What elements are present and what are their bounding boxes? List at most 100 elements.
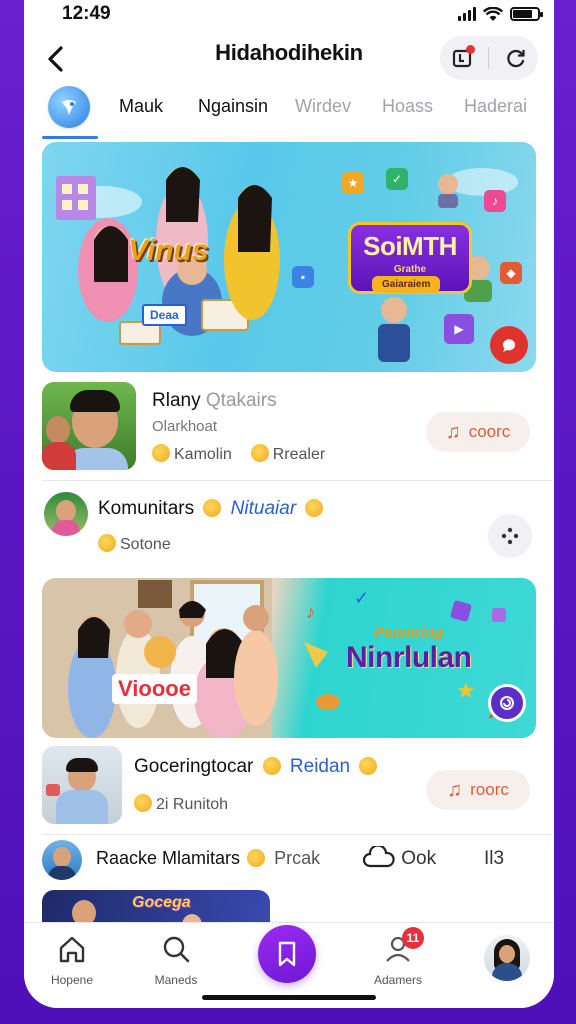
banner2-title-small: Penmring <box>374 624 444 641</box>
tab-home[interactable]: Hopene <box>32 931 112 987</box>
comment-action-label: Ook <box>401 848 437 869</box>
video-banner[interactable]: ♪ ✓ ★ Vioooe Penmring Ninrlulan <box>42 578 536 738</box>
notifications-button[interactable] <box>445 41 479 75</box>
star-sticker-icon: ★ <box>342 172 364 194</box>
community-sub-text: Sotone <box>120 536 171 553</box>
refresh-button[interactable] <box>499 41 533 75</box>
item-title: Rlany Qtakairs <box>152 390 277 412</box>
chat-bubble-icon <box>502 339 515 352</box>
item-subtitle: Olarkhoat <box>152 418 218 435</box>
emoji-icon <box>152 444 170 462</box>
group-avatar <box>42 840 82 880</box>
emoji-icon <box>247 849 266 867</box>
account-avatar[interactable] <box>484 935 530 981</box>
item2-title: Goceringtocar <box>134 756 254 777</box>
share-action[interactable]: Il3 <box>484 848 504 870</box>
status-bar: 12:49 <box>24 0 554 28</box>
tab-search[interactable]: Maneds <box>136 931 216 987</box>
listen-button-label: roorc <box>470 780 509 799</box>
banner2-left-text: Vioooe <box>112 674 197 704</box>
item-tag-b: Rrealer <box>272 446 326 463</box>
item-subtitle: 2i Runitoh <box>134 794 228 814</box>
comment-action[interactable]: Ook <box>362 844 437 870</box>
actions-divider <box>488 47 490 69</box>
category-tabs: Mauk Ngainsin Wirdev Hoass Haderai <box>24 86 554 139</box>
message-sticker-icon: ▪ <box>292 266 314 288</box>
refresh-icon <box>507 49 525 68</box>
svg-text:✓: ✓ <box>354 588 369 608</box>
phone-screen: 12:49 Hidahodihekin Mauk Ngainsin Wirdev… <box>24 0 554 1008</box>
more-options-button[interactable] <box>488 514 532 558</box>
banner-cta: Gaiaraiem <box>372 276 441 293</box>
item2-link[interactable]: Reidan <box>290 756 350 777</box>
cloud-icon <box>362 844 395 868</box>
tab-wirdev[interactable]: Wirdev <box>295 96 351 117</box>
bottom-banner-text: Gocega <box>132 894 191 911</box>
group-row[interactable]: Raacke Mlamitars Prcak Ook Il3 <box>24 838 554 884</box>
banner-right-big: SoiMTH <box>363 231 457 261</box>
notification-dot <box>465 45 475 54</box>
banner2-title: Penmring Ninrlulan <box>346 624 472 675</box>
listen-button[interactable]: ♫ coorc <box>426 412 530 452</box>
group-action-a[interactable]: Prcak <box>274 848 320 868</box>
list-item[interactable]: Rlany Qtakairs Olarkhoat Kamolin Rrealer… <box>24 380 554 476</box>
game-sticker-icon: ◆ <box>500 262 522 284</box>
bookmark-icon <box>278 941 296 967</box>
home-icon <box>59 936 85 963</box>
item-title-b: Qtakairs <box>205 390 277 411</box>
tab-profile[interactable]: 11 Adamers <box>358 927 438 987</box>
svg-text:♪: ♪ <box>306 602 315 622</box>
community-name: Komunitars <box>98 498 195 519</box>
status-icons <box>458 6 543 22</box>
emoji-icon <box>98 534 116 552</box>
emoji-icon <box>305 499 324 517</box>
music-note-icon: ♫ <box>447 778 463 801</box>
tab-mauk[interactable]: Mauk <box>119 96 163 117</box>
home-indicator <box>202 995 376 1000</box>
status-time: 12:49 <box>62 3 111 24</box>
banner2-title-big: Ninrlulan <box>346 641 472 674</box>
tab-search-label: Maneds <box>154 973 198 987</box>
svg-text:★: ★ <box>456 678 476 703</box>
banner2-play-button[interactable] <box>488 684 526 722</box>
featured-banner[interactable]: Vinus SoiMTH Grathe Gaiaraiem Deaa ★ ✓ ▪… <box>42 142 536 372</box>
wifi-icon <box>483 6 503 21</box>
app-logo-icon[interactable] <box>48 86 90 128</box>
emoji-icon <box>134 794 152 812</box>
tab-haderai[interactable]: Haderai <box>464 96 527 117</box>
listen-button-label: coorc <box>468 422 511 441</box>
tab-ngainsin[interactable]: Ngainsin <box>198 96 268 117</box>
item-title-a: Rlany <box>152 390 201 411</box>
share-action-label: Il3 <box>484 848 505 869</box>
notification-badge: 11 <box>402 927 424 949</box>
community-link[interactable]: Nituaiar <box>231 498 296 519</box>
banner-left-text: Vinus <box>128 234 209 267</box>
listen-button[interactable]: ♫ roorc <box>426 770 530 810</box>
create-button[interactable] <box>258 925 316 983</box>
music-note-icon: ♫ <box>445 420 461 443</box>
swirl-icon <box>500 696 514 710</box>
battery-icon <box>510 7 543 21</box>
banner-right-small: Grathe <box>393 264 427 275</box>
banner-play-button[interactable] <box>490 326 528 364</box>
emoji-icon <box>359 757 378 775</box>
emoji-icon <box>262 757 281 775</box>
list-item[interactable]: Goceringtocar Reidan 2i Runitoh ♫ roorc <box>24 744 554 830</box>
community-row[interactable]: Komunitars Nituaiar Sotone <box>24 486 554 572</box>
group-title: Raacke Mlamitars Prcak <box>96 848 320 869</box>
item-thumbnail <box>42 746 122 824</box>
bottom-tab-bar: Hopene Maneds 11 Adamers <box>24 922 554 1008</box>
community-title: Komunitars Nituaiar <box>98 498 327 520</box>
tab-indicator <box>42 136 98 139</box>
tab-hoass[interactable]: Hoass <box>382 96 433 117</box>
signal-icon <box>458 7 476 21</box>
search-icon <box>163 936 190 963</box>
banner-badge: Deaa <box>142 304 187 326</box>
video-sticker-icon: ▶ <box>444 314 474 344</box>
tab-profile-label: Adamers <box>373 973 423 987</box>
header: Hidahodihekin <box>24 36 554 88</box>
divider <box>42 480 552 481</box>
item-thumbnail <box>42 382 136 470</box>
tab-home-label: Hopene <box>50 973 94 987</box>
community-sub: Sotone <box>98 534 171 554</box>
